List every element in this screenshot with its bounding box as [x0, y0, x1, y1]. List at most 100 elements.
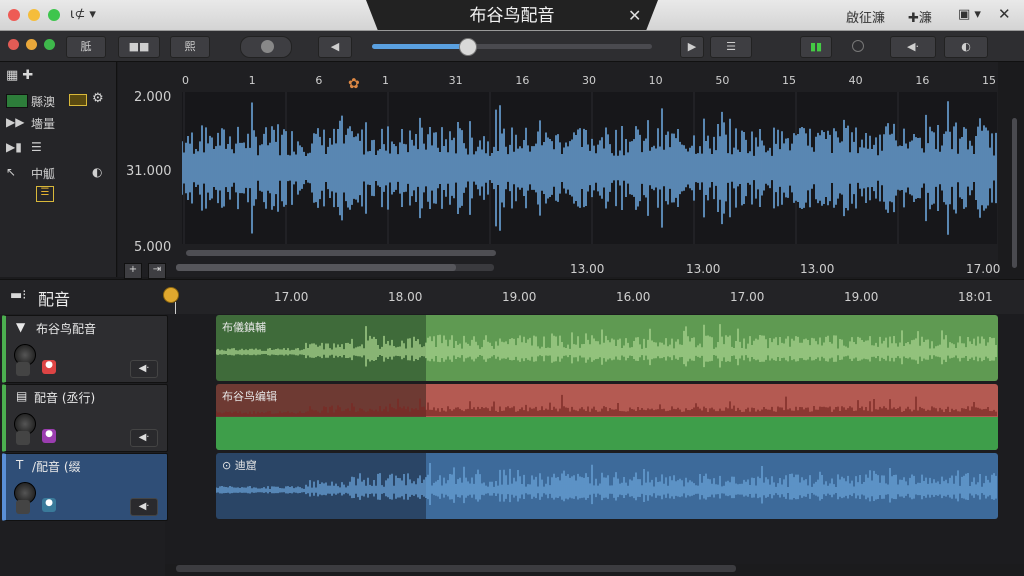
right-scrollbar[interactable] — [1012, 118, 1017, 268]
left-panel: ▦ ✚ 縣澳 ⚙ ▶▶ 墻量 ▶▮ ☰ ↖ 中觚 ◐ ☰ — [0, 62, 117, 277]
bottom-tick-1: 13.00 — [570, 262, 605, 276]
top-tick-3: 1 — [382, 74, 389, 87]
ruler-tick-5: 19.00 — [844, 290, 879, 304]
bottom-tick-4: 17.00 — [966, 262, 1001, 276]
playhead-handle[interactable] — [163, 287, 179, 303]
top-tick-5: 16 — [515, 74, 530, 87]
folder-icon[interactable] — [69, 94, 87, 106]
bottom-scrollbar[interactable] — [176, 565, 736, 572]
clip-waveform-1 — [216, 315, 998, 381]
solo-icon[interactable]: ● — [42, 429, 56, 443]
menu-item-1[interactable]: 啟征濂 — [846, 7, 885, 26]
record-icon[interactable]: ● — [42, 360, 56, 374]
tracks-icon: ▬⁝ — [10, 288, 27, 303]
forward-icon: ▶︎ — [687, 40, 697, 53]
clip-waveform-3 — [216, 453, 998, 519]
mute-button-2[interactable] — [16, 431, 30, 445]
close-window-light[interactable] — [8, 9, 20, 21]
y-label-bottom: 5.000 — [134, 240, 172, 255]
clip-label-1: 布儀鎮輔 — [222, 321, 266, 334]
tracks-header: ▬⁝ 配音 17.00 18.00 19.00 16.00 17.00 19.00 18:0… — [0, 279, 1024, 315]
left-panel-row-2[interactable]: 墻量 — [31, 115, 55, 132]
menu-list-icon[interactable]: ☰ — [36, 186, 54, 202]
top-tick-11: 16 — [915, 74, 930, 87]
volume-button-2[interactable]: ◀· — [130, 429, 158, 447]
top-tick-12: 15 — [982, 74, 996, 87]
play-icon[interactable]: ▶▶ — [6, 115, 24, 129]
close-window-button[interactable]: ✕ — [998, 5, 1011, 23]
arrow-icon[interactable]: ↖ — [6, 165, 16, 179]
document-tab: 布谷鸟配音 — [366, 0, 658, 30]
track-name-2: 配音 (丞行) — [34, 391, 96, 405]
tracks-title: 配音 — [38, 290, 71, 309]
contrast-icon[interactable]: ◐ — [92, 165, 102, 179]
track-name-1: 布谷鸟配音 — [36, 322, 97, 336]
mute-button-3[interactable] — [16, 500, 30, 514]
y-label-middle: 31.000 — [126, 164, 172, 179]
overview-scrollbar-top[interactable] — [186, 250, 496, 256]
output-volume-button[interactable]: ◀︎· — [890, 36, 936, 58]
toggle-switch[interactable] — [240, 36, 292, 58]
volume-button-3[interactable]: ◀· — [130, 498, 158, 516]
toolbar-button-1[interactable]: 胝 — [66, 36, 106, 58]
top-tick-8: 50 — [715, 74, 730, 87]
window-menu-left[interactable]: ι⊄ ▾ — [70, 7, 96, 22]
list-icon[interactable]: ☰ — [31, 140, 42, 154]
bottom-tick-2: 13.00 — [686, 262, 721, 276]
zoom-in-button[interactable]: + — [124, 263, 142, 279]
clip-track-3[interactable]: ⊙ 迪窟 — [216, 453, 998, 519]
next-icon[interactable]: ▶▮ — [6, 140, 22, 154]
left-panel-row-1[interactable]: 縣澳 — [31, 93, 55, 110]
top-tick-2: 6 — [315, 74, 323, 87]
disclosure-icon[interactable]: ▼ — [16, 320, 25, 334]
level-meter-button[interactable]: ▮▮ — [800, 36, 832, 58]
clip-track-2[interactable]: 布谷鸟编辑 — [216, 384, 998, 450]
dial-button[interactable]: ◐ — [944, 36, 988, 58]
speaker-icon: ◀︎ — [330, 40, 340, 53]
menu-item-3[interactable]: ▣ ▾ — [958, 7, 981, 22]
toolbar-button-2[interactable]: ■■ — [118, 36, 160, 58]
timeline-ruler[interactable]: 17.00 18.00 19.00 16.00 17.00 19.00 18:01 — [174, 288, 1004, 306]
ruler-tick-3: 16.00 — [616, 290, 651, 304]
page-title: 布谷鸟配音 — [469, 6, 555, 26]
zoom-light[interactable] — [48, 9, 60, 21]
marker-pin-icon[interactable]: ✿ — [348, 76, 360, 92]
overview-scroll-thumb[interactable] — [176, 264, 456, 271]
overview-scrollbar[interactable] — [176, 264, 494, 271]
volume-slider[interactable] — [372, 38, 652, 56]
ruler-tick-1: 18.00 — [388, 290, 423, 304]
overview-waveform-svg — [181, 92, 997, 244]
input-icon[interactable]: ● — [42, 498, 56, 512]
track-name-3: /配音 (缀 — [32, 460, 81, 474]
left-panel-row-4[interactable]: 中觚 — [31, 165, 55, 182]
y-label-top: 2.000 — [134, 90, 172, 105]
text-icon: T — [16, 458, 24, 472]
menu-item-2[interactable]: ✚濂 — [908, 7, 932, 26]
top-tick-4: 31 — [448, 74, 463, 87]
list-button[interactable]: ☰ — [710, 36, 752, 58]
mute-button-1[interactable] — [16, 362, 30, 376]
tab-close-button[interactable]: ✕ — [628, 6, 641, 25]
top-tick-6: 30 — [582, 74, 596, 87]
speaker-button[interactable]: ◀︎ — [318, 36, 352, 58]
track-header-1[interactable]: ▼ 布谷鸟配音 ● ◀· — [2, 315, 168, 383]
clip-lower-band — [216, 417, 998, 450]
minimize-light[interactable] — [28, 9, 40, 21]
volume-button-1[interactable]: ◀· — [130, 360, 158, 378]
overview-wave-path — [181, 101, 997, 235]
toggle-knob — [261, 40, 274, 53]
volume-slider-fill — [372, 44, 468, 49]
clip-track-1[interactable]: 布儀鎮輔 — [216, 315, 998, 381]
zoom-out-button[interactable]: ⇥ — [148, 263, 166, 279]
ruler-tick-0: 17.00 — [274, 290, 309, 304]
toolbar-button-3[interactable]: 熙 — [170, 36, 210, 58]
clip-label-2: 布谷鸟编辑 — [222, 390, 277, 403]
forward-button[interactable]: ▶︎ — [680, 36, 704, 58]
grid-icon[interactable]: ▦ ✚ — [6, 68, 33, 83]
track-header-2[interactable]: ▤ 配音 (丞行) ● ◀· — [2, 384, 168, 452]
record-indicator-icon[interactable] — [852, 40, 864, 52]
track-header-3[interactable]: T /配音 (缀 ● ◀· — [2, 453, 168, 521]
overview-top-ruler: 0 1 6 1 31 16 30 10 50 15 40 16 15 — [182, 74, 997, 88]
gear-icon[interactable]: ⚙ — [92, 91, 104, 106]
ruler-tick-2: 19.00 — [502, 290, 537, 304]
